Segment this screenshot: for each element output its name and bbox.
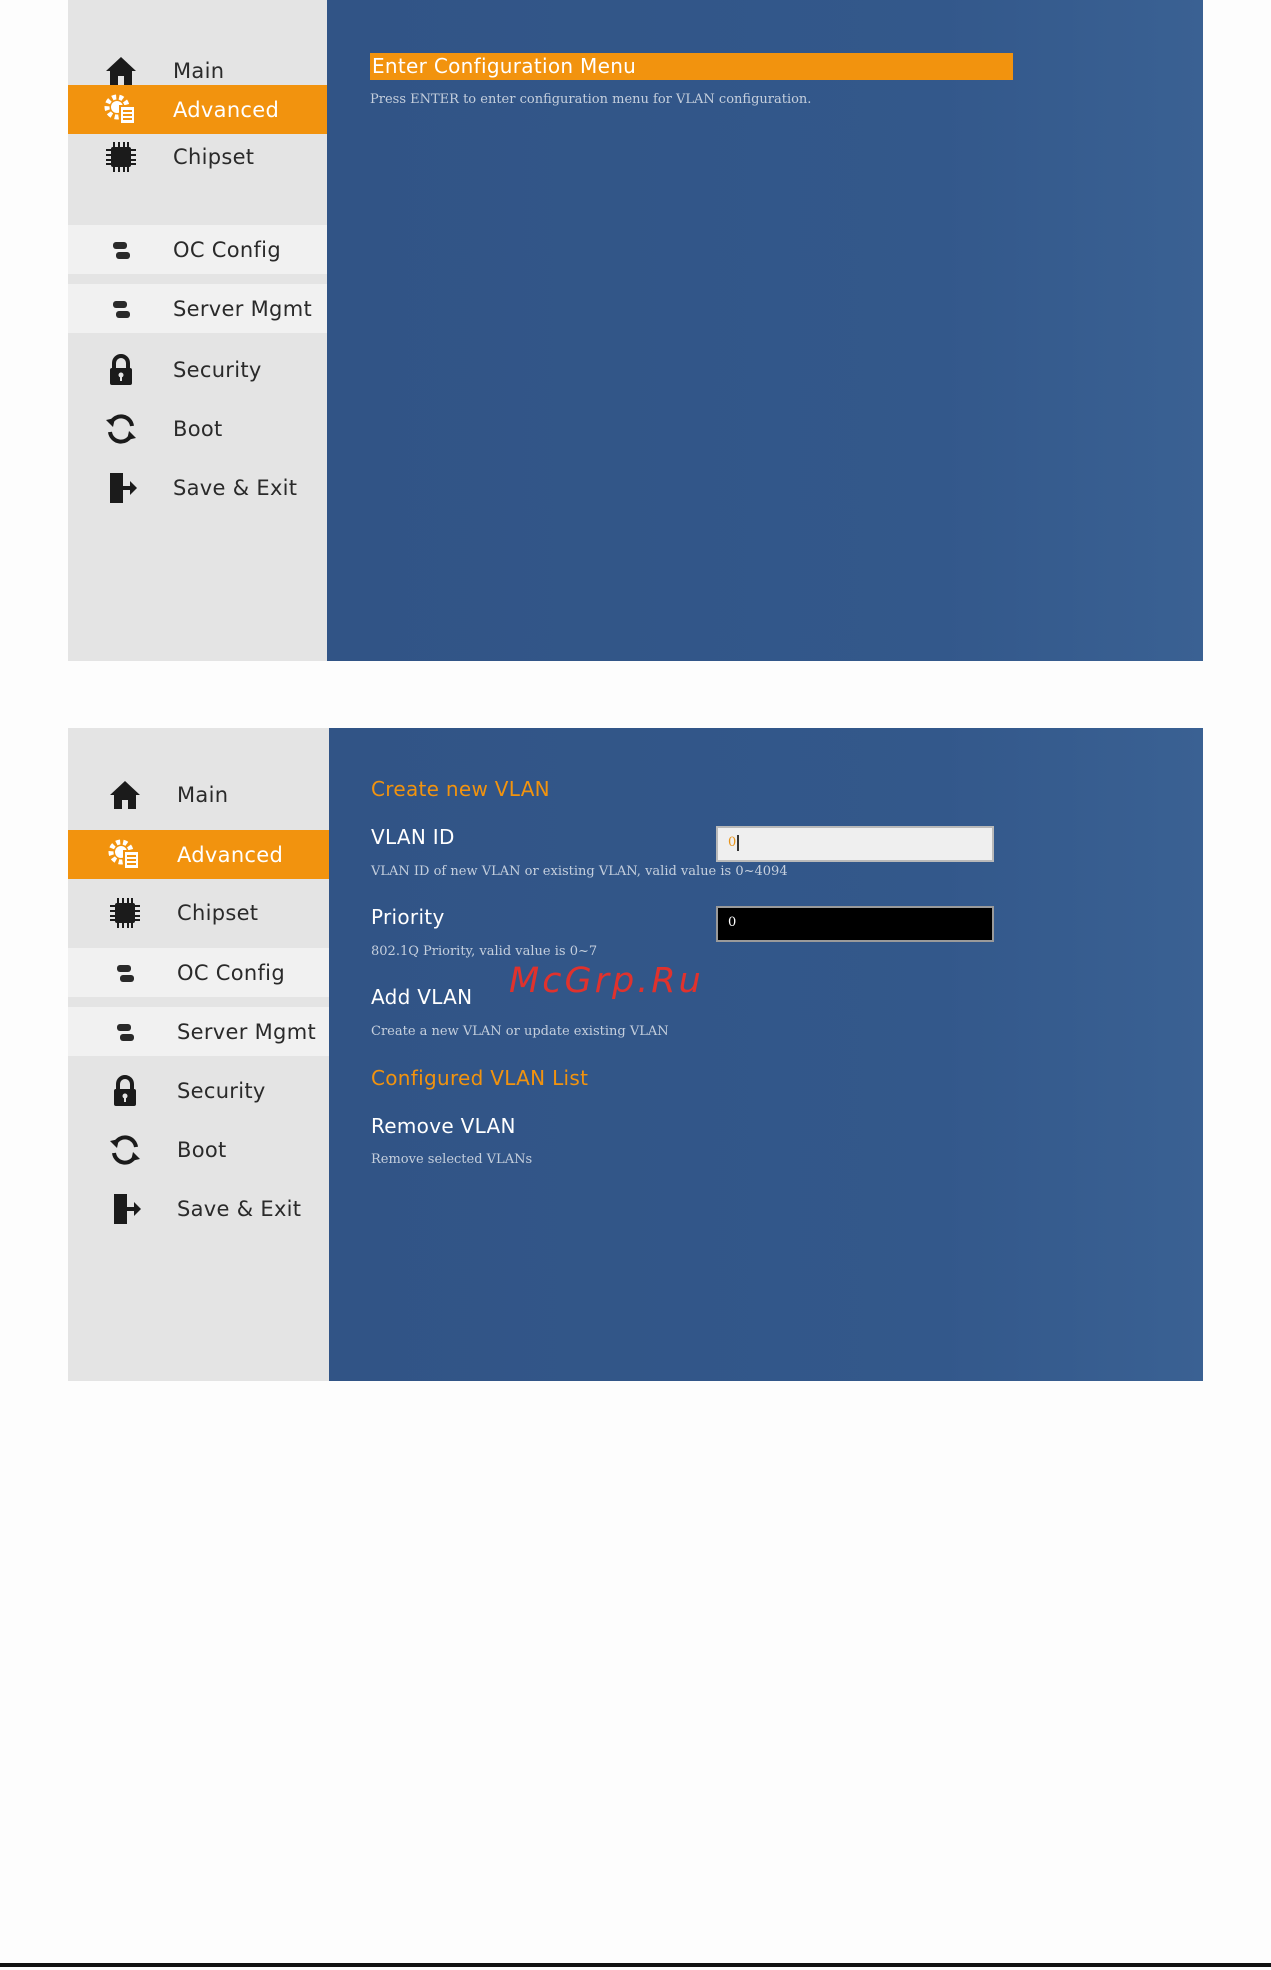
bios-screen-vlan-menu: Main Advanced Chipset OC Config Server M… — [68, 0, 1203, 661]
sidebar-item-label: Save & Exit — [173, 475, 298, 500]
enter-configuration-menu-item[interactable]: Enter Configuration Menu — [370, 53, 1013, 80]
sidebar: Main Advanced Chipset OC Config Server M… — [68, 728, 329, 1381]
gear-list-icon — [106, 836, 144, 874]
watermark-text: McGrp.Ru — [509, 961, 704, 1001]
sidebar-item-label: Security — [173, 357, 262, 382]
exit-icon — [106, 1190, 144, 1228]
content-panel: Enter Configuration Menu Press ENTER to … — [327, 0, 1203, 661]
sidebar-item-server-mgmt[interactable]: Server Mgmt — [68, 284, 327, 333]
toggle-icon — [102, 231, 140, 269]
priority-label: Priority — [371, 905, 445, 929]
sidebar-item-advanced[interactable]: Advanced — [68, 830, 329, 879]
toggle-icon — [106, 954, 144, 992]
sidebar-item-label: Server Mgmt — [173, 296, 312, 321]
refresh-icon — [102, 410, 140, 448]
text-caret — [737, 834, 740, 851]
refresh-icon — [106, 1131, 144, 1169]
home-icon — [102, 52, 140, 90]
sidebar-item-main[interactable]: Main — [68, 770, 329, 819]
sidebar-item-label: Main — [177, 782, 229, 807]
sidebar-item-security[interactable]: Security — [68, 345, 327, 394]
chip-icon — [106, 894, 144, 932]
vlan-id-label: VLAN ID — [371, 825, 455, 849]
sidebar-item-boot[interactable]: Boot — [68, 1125, 329, 1174]
priority-input[interactable]: 0 — [716, 906, 994, 942]
sidebar-item-oc-config[interactable]: OC Config — [68, 948, 329, 997]
sidebar-item-save-exit[interactable]: Save & Exit — [68, 1184, 329, 1233]
remove-vlan-item[interactable]: Remove VLAN — [371, 1114, 516, 1138]
chip-icon — [102, 138, 140, 176]
vlan-id-help: VLAN ID of new VLAN or existing VLAN, va… — [371, 864, 788, 879]
sidebar-item-label: Advanced — [173, 97, 280, 122]
remove-vlan-help: Remove selected VLANs — [371, 1152, 533, 1167]
sidebar-item-advanced[interactable]: Advanced — [68, 85, 327, 134]
sidebar-item-label: Save & Exit — [177, 1196, 302, 1221]
create-vlan-title: Create new VLAN — [371, 777, 550, 801]
sidebar-item-chipset[interactable]: Chipset — [68, 132, 327, 181]
sidebar-item-label: Boot — [173, 416, 223, 441]
toggle-icon — [106, 1013, 144, 1051]
sidebar-item-label: Chipset — [177, 900, 259, 925]
sidebar-item-label: Main — [173, 58, 225, 83]
configured-vlan-list-title: Configured VLAN List — [371, 1066, 589, 1090]
vlan-id-value: 0 — [728, 835, 737, 850]
home-icon — [106, 776, 144, 814]
toggle-icon — [102, 290, 140, 328]
sidebar-item-label: OC Config — [177, 960, 285, 985]
vlan-id-input[interactable]: 0 — [716, 826, 994, 862]
priority-help: 802.1Q Priority, valid value is 0~7 — [371, 944, 598, 959]
sidebar-item-label: Chipset — [173, 144, 255, 169]
exit-icon — [102, 469, 140, 507]
sidebar: Main Advanced Chipset OC Config Server M… — [68, 0, 327, 661]
sidebar-item-save-exit[interactable]: Save & Exit — [68, 463, 327, 512]
sidebar-item-security[interactable]: Security — [68, 1066, 329, 1115]
lock-icon — [106, 1072, 144, 1110]
sidebar-item-oc-config[interactable]: OC Config — [68, 225, 327, 274]
sidebar-item-server-mgmt[interactable]: Server Mgmt — [68, 1007, 329, 1056]
page-footer-rule — [0, 1963, 1271, 1967]
gear-list-icon — [102, 91, 140, 129]
content-panel: Create new VLAN VLAN ID 0 VLAN ID of new… — [329, 728, 1203, 1381]
sidebar-item-label: Security — [177, 1078, 266, 1103]
bios-screen-vlan-config: Main Advanced Chipset OC Config Server M… — [68, 728, 1203, 1381]
add-vlan-help: Create a new VLAN or update existing VLA… — [371, 1024, 669, 1039]
lock-icon — [102, 351, 140, 389]
sidebar-item-label: Boot — [177, 1137, 227, 1162]
add-vlan-item[interactable]: Add VLAN — [371, 985, 472, 1009]
priority-value: 0 — [728, 915, 737, 930]
sidebar-item-label: Server Mgmt — [177, 1019, 316, 1044]
sidebar-item-label: OC Config — [173, 237, 281, 262]
sidebar-item-boot[interactable]: Boot — [68, 404, 327, 453]
sidebar-item-chipset[interactable]: Chipset — [68, 888, 329, 937]
sidebar-item-label: Advanced — [177, 842, 284, 867]
help-text: Press ENTER to enter configuration menu … — [370, 92, 812, 107]
